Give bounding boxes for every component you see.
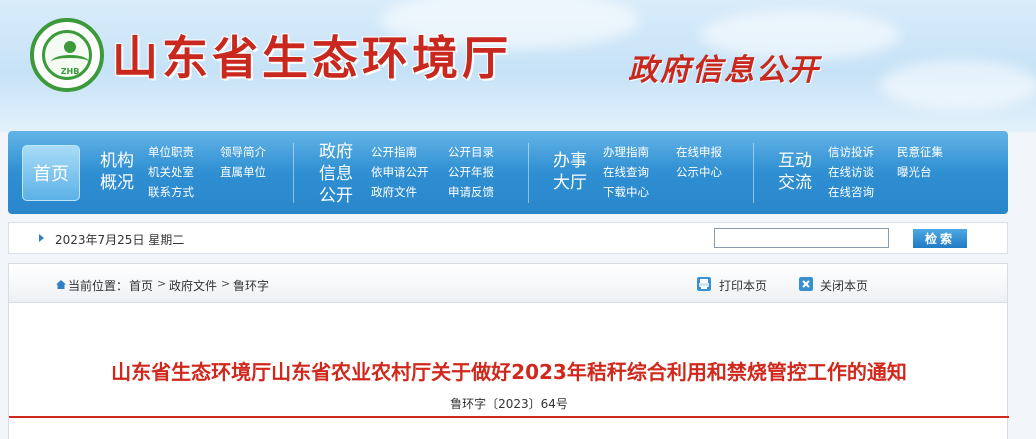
nav-link-online-query[interactable]: 在线查询 — [603, 165, 649, 179]
location-label: 当前位置： — [68, 279, 129, 293]
search-button[interactable]: 检索 — [913, 229, 967, 248]
nav-link-annual-report[interactable]: 公开年报 — [448, 165, 494, 179]
print-page-link[interactable]: 打印本页 — [719, 277, 767, 294]
document-number: 鲁环字〔2023〕64号 — [450, 397, 568, 411]
nav-separator — [528, 143, 529, 203]
section-title: 政府信息公开 — [628, 53, 820, 88]
article-title: 山东省生态环境厅山东省农业农村厅关于做好2023年秸秆综合利用和禁烧管控工作的通… — [111, 360, 907, 384]
nav-link-affiliates[interactable]: 直属单位 — [220, 165, 266, 179]
home-icon — [56, 280, 66, 289]
print-icon[interactable] — [697, 277, 711, 291]
site-title[interactable]: 山东省生态环境厅 — [112, 22, 512, 88]
nav-category-service-hall[interactable]: 办事 大厅 — [553, 150, 587, 194]
nav-link-opinion-collection[interactable]: 民意征集 — [897, 145, 943, 159]
emblem-text: ZHB — [60, 67, 80, 76]
nav-link-public-notice[interactable]: 公示中心 — [676, 165, 722, 179]
breadcrumb-current[interactable]: 鲁环字 — [233, 277, 269, 294]
current-date: 2023年7月25日 星期二 — [55, 233, 185, 247]
breadcrumb-home[interactable]: 首页 — [129, 277, 153, 294]
nav-home-button[interactable]: 首页 — [22, 145, 80, 201]
main-nav: 首页 机构 概况 单位职责 领导简介 机关处室 直属单位 联系方式 政府 信息 公开 … — [8, 131, 1008, 214]
nav-link-online-consult[interactable]: 在线咨询 — [828, 185, 874, 199]
breadcrumb-separator: > — [221, 277, 231, 290]
close-page-link[interactable]: 关闭本页 — [820, 277, 868, 294]
nav-link-contact[interactable]: 联系方式 — [148, 185, 194, 199]
close-icon[interactable] — [799, 277, 813, 291]
zhb-emblem-icon: ZHB — [30, 18, 104, 92]
nav-link-complaints[interactable]: 信访投诉 — [828, 145, 874, 159]
nav-separator — [753, 143, 754, 203]
nav-link-online-apply[interactable]: 在线申报 — [676, 145, 722, 159]
article-content: 山东省生态环境厅山东省农业农村厅关于做好2023年秸秆综合利用和禁烧管控工作的通… — [8, 303, 1009, 439]
nav-link-departments[interactable]: 机关处室 — [148, 165, 194, 179]
nav-link-leaders[interactable]: 领导简介 — [220, 145, 266, 159]
nav-separator — [293, 143, 294, 203]
nav-link-online-interview[interactable]: 在线访谈 — [828, 165, 874, 179]
location-bar: 当前位置： 首页 > 政府文件 > 鲁环字 打印本页 关闭本页 — [8, 263, 1008, 303]
nav-category-gov-info[interactable]: 政府 信息 公开 — [319, 141, 353, 207]
nav-link-request-open[interactable]: 依申请公开 — [371, 165, 429, 179]
nav-link-service-guide[interactable]: 办理指南 — [603, 145, 649, 159]
red-divider — [9, 416, 1009, 418]
nav-link-unit-duties[interactable]: 单位职责 — [148, 145, 194, 159]
search-input[interactable] — [714, 228, 889, 248]
breadcrumb-gov-documents[interactable]: 政府文件 — [169, 277, 217, 294]
nav-link-exposure[interactable]: 曝光台 — [897, 165, 932, 179]
nav-category-interaction[interactable]: 互动 交流 — [778, 150, 812, 194]
nav-link-download-center[interactable]: 下载中心 — [603, 185, 649, 199]
header-banner: ZHB 山东省生态环境厅 政府信息公开 — [0, 0, 1036, 132]
date-search-bar: 2023年7月25日 星期二 检索 — [8, 222, 1008, 254]
banner-cloud — [880, 60, 1036, 110]
nav-link-request-feedback[interactable]: 申请反馈 — [448, 185, 494, 199]
nav-link-open-guide[interactable]: 公开指南 — [371, 145, 417, 159]
nav-link-gov-documents[interactable]: 政府文件 — [371, 185, 417, 199]
nav-link-open-catalog[interactable]: 公开目录 — [448, 145, 494, 159]
breadcrumb-separator: > — [157, 277, 167, 290]
nav-category-institution[interactable]: 机构 概况 — [100, 150, 134, 194]
arrow-right-icon — [39, 234, 44, 242]
